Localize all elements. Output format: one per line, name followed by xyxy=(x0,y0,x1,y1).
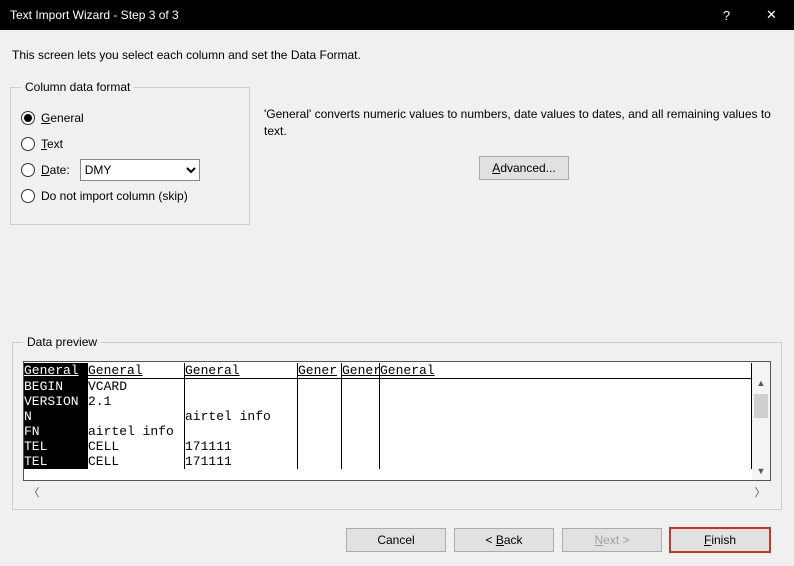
preview-cell xyxy=(380,379,752,394)
preview-cell xyxy=(185,379,298,394)
scroll-thumb[interactable] xyxy=(754,394,768,418)
preview-row: FNairtel info xyxy=(24,424,752,439)
radio-general-label: General xyxy=(41,111,84,125)
preview-cell: CELL xyxy=(88,454,185,469)
radio-date[interactable]: Date: DMY xyxy=(21,158,239,182)
preview-cell: FN xyxy=(24,424,88,439)
radio-skip-label: Do not import column (skip) xyxy=(41,189,188,203)
preview-cell xyxy=(88,409,185,424)
col-header[interactable]: General xyxy=(88,363,185,379)
preview-row: BEGINVCARD xyxy=(24,379,752,394)
preview-cell xyxy=(298,409,342,424)
preview-cell xyxy=(298,454,342,469)
radio-text-label: Text xyxy=(41,137,63,151)
preview-cell xyxy=(380,454,752,469)
radio-icon xyxy=(21,163,35,177)
preview-cell xyxy=(342,439,380,454)
col-header[interactable]: General xyxy=(24,363,88,379)
help-button[interactable]: ? xyxy=(704,0,749,30)
radio-icon xyxy=(21,111,35,125)
back-button[interactable]: < Back xyxy=(454,528,554,552)
radio-icon xyxy=(21,189,35,203)
intro-text: This screen lets you select each column … xyxy=(12,48,784,62)
titlebar: Text Import Wizard - Step 3 of 3 ? ✕ xyxy=(0,0,794,30)
radio-icon xyxy=(21,137,35,151)
preview-cell xyxy=(342,454,380,469)
col-header[interactable]: General xyxy=(185,363,298,379)
radio-text[interactable]: Text xyxy=(21,132,239,156)
preview-row: VERSION2.1 xyxy=(24,394,752,409)
preview-cell xyxy=(185,424,298,439)
preview-cell: CELL xyxy=(88,439,185,454)
preview-legend: Data preview xyxy=(23,335,101,349)
window-title: Text Import Wizard - Step 3 of 3 xyxy=(10,8,704,22)
preview-cell: TEL xyxy=(24,454,88,469)
preview-cell: VERSION xyxy=(24,394,88,409)
preview-cell xyxy=(185,394,298,409)
preview-cell: TEL xyxy=(24,439,88,454)
preview-row: TELCELL171111 xyxy=(24,454,752,469)
dialog-buttons: Cancel < Back Next > Finish xyxy=(10,510,784,552)
preview-cell: airtel info xyxy=(88,424,185,439)
close-button[interactable]: ✕ xyxy=(749,0,794,30)
scroll-down-icon: ▼ xyxy=(757,466,766,480)
scroll-up-icon: ▲ xyxy=(757,378,766,392)
preview-cell: 171111 xyxy=(185,439,298,454)
preview-cell xyxy=(380,409,752,424)
preview-cell: airtel info xyxy=(185,409,298,424)
col-header[interactable]: General xyxy=(380,363,752,379)
column-data-format-group: Column data format General Text Date: DM… xyxy=(10,80,250,225)
preview-cell: 171111 xyxy=(185,454,298,469)
preview-cell xyxy=(380,424,752,439)
next-button: Next > xyxy=(562,528,662,552)
date-format-select[interactable]: DMY xyxy=(80,159,200,181)
radio-general[interactable]: General xyxy=(21,106,239,130)
preview-header-row: General General General Gener Gener Gene… xyxy=(24,362,752,379)
preview-cell xyxy=(298,379,342,394)
radio-skip[interactable]: Do not import column (skip) xyxy=(21,184,239,208)
advanced-button[interactable]: Advanced... xyxy=(479,156,569,180)
preview-cell xyxy=(342,409,380,424)
preview-cell: N xyxy=(24,409,88,424)
preview-cell xyxy=(298,424,342,439)
preview-cell xyxy=(342,394,380,409)
preview-cell xyxy=(298,439,342,454)
finish-button[interactable]: Finish xyxy=(670,528,770,552)
data-preview-group: Data preview General General General Gen… xyxy=(12,335,782,510)
preview-cell xyxy=(380,394,752,409)
col-header[interactable]: Gener xyxy=(342,363,380,379)
preview-cell xyxy=(298,394,342,409)
radio-date-label: Date: xyxy=(41,163,70,177)
preview-cell: 2.1 xyxy=(88,394,185,409)
vertical-scrollbar[interactable]: ▲ ▼ xyxy=(752,362,770,480)
horizontal-scrollbar[interactable]: 〈 〉 xyxy=(23,483,771,501)
cancel-button[interactable]: Cancel xyxy=(346,528,446,552)
preview-row: TELCELL171111 xyxy=(24,439,752,454)
preview-cell xyxy=(342,424,380,439)
preview-cell xyxy=(342,379,380,394)
preview-row: Nairtel info xyxy=(24,409,752,424)
preview-cell xyxy=(380,439,752,454)
preview-cell: BEGIN xyxy=(24,379,88,394)
format-description: 'General' converts numeric values to num… xyxy=(264,106,774,140)
scroll-left-icon: 〈 xyxy=(27,484,41,500)
group-legend: Column data format xyxy=(21,80,134,94)
preview-cell: VCARD xyxy=(88,379,185,394)
scroll-right-icon: 〉 xyxy=(753,484,767,500)
col-header[interactable]: Gener xyxy=(298,363,342,379)
preview-table: General General General Gener Gener Gene… xyxy=(23,361,771,481)
